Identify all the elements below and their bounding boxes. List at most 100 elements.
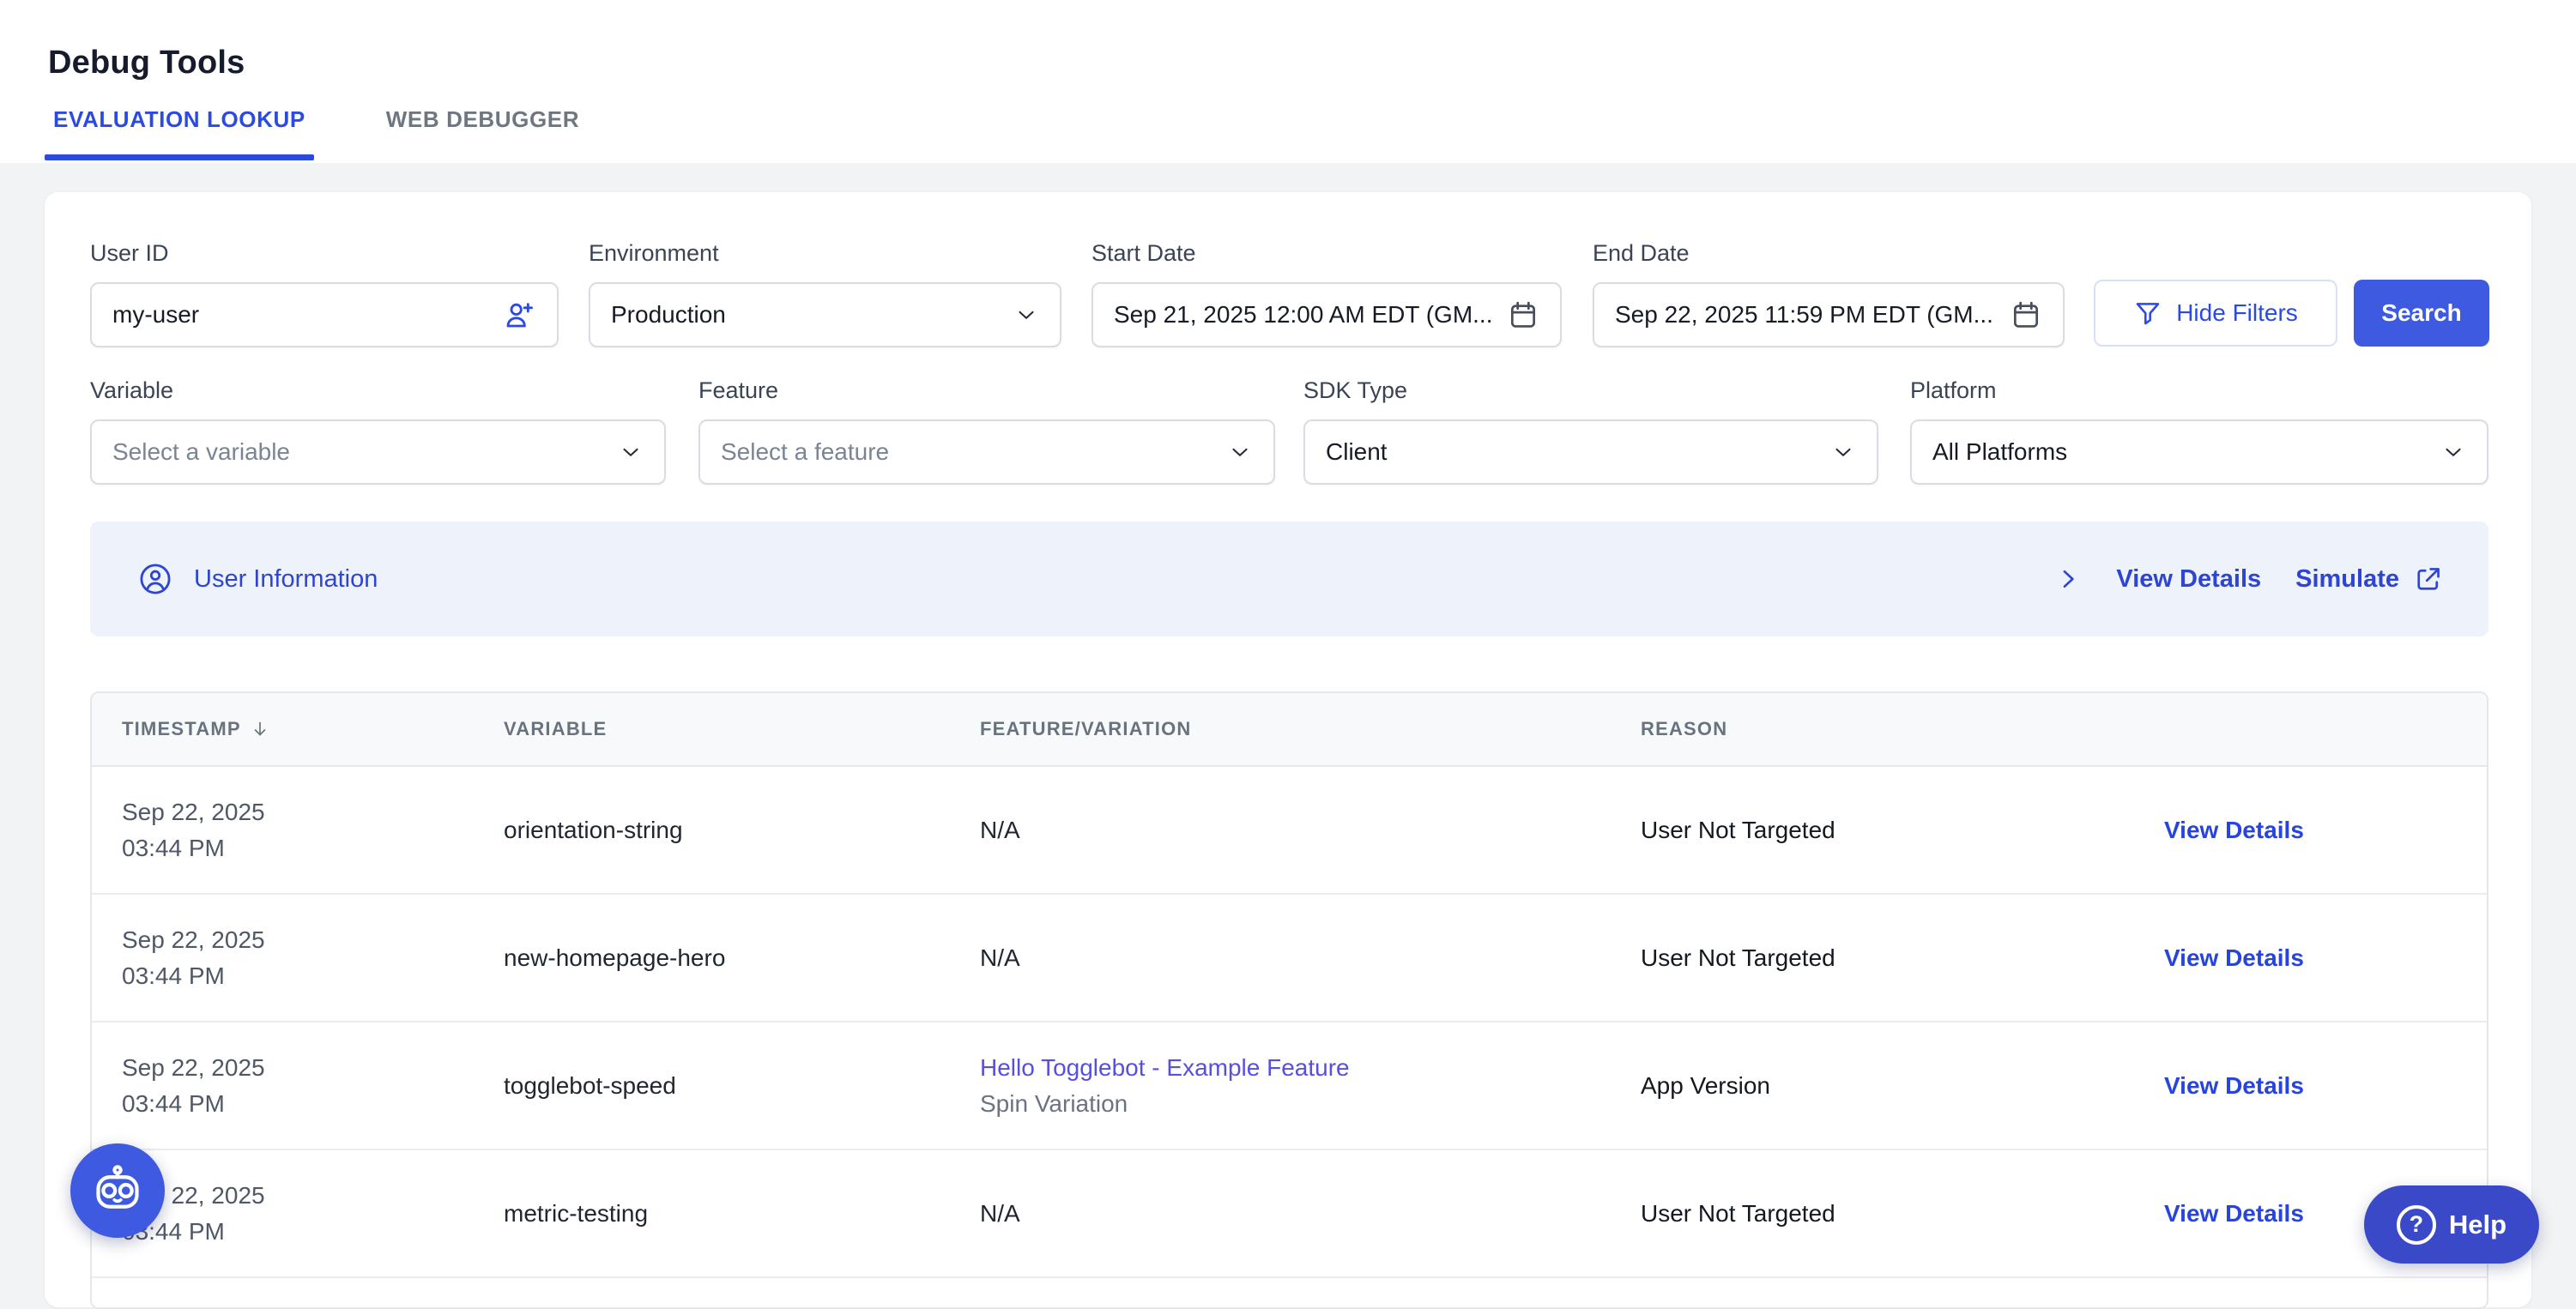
table-row: Sep 22, 202503:44 PMmetric-testingN/AUse… [92, 1150, 2487, 1278]
platform-field: Platform All Platforms [1910, 377, 2488, 485]
action-cell: View Details [2134, 940, 2487, 976]
column-label: REASON [1641, 718, 1727, 740]
user-information-banner: User Information View Details Simulate [90, 522, 2488, 636]
user-plus-icon[interactable] [502, 298, 536, 332]
feature-field: Feature Select a feature [698, 377, 1275, 485]
calendar-icon[interactable] [1507, 299, 1539, 331]
platform-select[interactable]: All Platforms [1910, 419, 2488, 485]
reason-cell: User Not Targeted [1611, 1196, 2134, 1232]
chevron-down-icon [1013, 302, 1039, 328]
page-header: Debug Tools EVALUATION LOOKUP WEB DEBUGG… [0, 0, 2576, 163]
banner-view-details-link[interactable]: View Details [2116, 565, 2261, 594]
feature-value: Select a feature [721, 438, 1227, 466]
variable-select[interactable]: Select a variable [90, 419, 666, 485]
evaluation-lookup-panel: User ID my-user Environment Production S… [45, 192, 2531, 1307]
page-title: Debug Tools [48, 45, 245, 81]
table-body: Sep 22, 202503:44 PMorientation-stringN/… [92, 767, 2487, 1309]
reason-cell: User Not Targeted [1611, 940, 2134, 976]
user-id-label: User ID [90, 240, 559, 267]
help-button[interactable]: ? Help [2364, 1185, 2539, 1264]
column-header-feature-variation[interactable]: FEATURE/VARIATION [950, 718, 1611, 740]
end-date-input[interactable]: Sep 22, 2025 11:59 PM EDT (GM... [1593, 282, 2065, 347]
variable-field: Variable Select a variable [90, 377, 666, 485]
table-header-row: TIMESTAMP VARIABLE FEATURE/VARIATION REA… [92, 693, 2487, 767]
start-date-field: Start Date Sep 21, 2025 12:00 AM EDT (GM… [1091, 240, 1562, 347]
search-button[interactable]: Search [2354, 280, 2489, 347]
row-view-details-link[interactable]: View Details [2164, 944, 2304, 971]
external-link-icon [2413, 564, 2444, 594]
feature-select[interactable]: Select a feature [698, 419, 1275, 485]
togglebot-chat-fab[interactable] [70, 1143, 165, 1238]
variable-cell: orientation-string [474, 812, 950, 848]
row-view-details-link[interactable]: View Details [2164, 817, 2304, 843]
sort-desc-icon [250, 719, 270, 739]
user-information-toggle[interactable]: User Information [137, 561, 378, 597]
user-circle-icon [137, 561, 173, 597]
evaluations-table: TIMESTAMP VARIABLE FEATURE/VARIATION REA… [90, 691, 2488, 1309]
hide-filters-label: Hide Filters [2176, 299, 2298, 327]
environment-value: Production [611, 301, 1013, 329]
platform-value: All Platforms [1932, 438, 2440, 466]
environment-label: Environment [589, 240, 1061, 267]
table-row: Sep 22, 202503:44 PMnew-homepage-heroN/A… [92, 895, 2487, 1022]
simulate-link[interactable]: Simulate [2295, 564, 2444, 594]
feature-variation-cell: N/A [950, 812, 1611, 848]
user-id-field: User ID my-user [90, 240, 559, 347]
end-date-value: Sep 22, 2025 11:59 PM EDT (GM... [1615, 301, 2010, 329]
user-information-title: User Information [194, 565, 378, 594]
hide-filters-button[interactable]: Hide Filters [2094, 280, 2337, 347]
variable-cell: new-homepage-hero [474, 940, 950, 976]
feature-variation-cell: Hello Togglebot - Example FeatureSpin Va… [950, 1050, 1611, 1122]
reason-cell: App Version [1611, 1068, 2134, 1104]
sdk-type-value: Client [1326, 438, 1830, 466]
chevron-down-icon [618, 439, 644, 465]
chevron-down-icon [1227, 439, 1253, 465]
chevron-right-icon[interactable] [2054, 565, 2082, 593]
sdk-type-field: SDK Type Client [1303, 377, 1878, 485]
column-header-reason[interactable]: REASON [1611, 718, 2134, 740]
feature-variation-cell: N/A [950, 940, 1611, 976]
end-date-field: End Date Sep 22, 2025 11:59 PM EDT (GM..… [1593, 240, 2065, 347]
user-id-input[interactable]: my-user [90, 282, 559, 347]
column-label: VARIABLE [504, 718, 607, 740]
feature-variation-cell: N/A [950, 1196, 1611, 1232]
environment-select[interactable]: Production [589, 282, 1061, 347]
chevron-down-icon [1830, 439, 1856, 465]
feature-label: Feature [698, 377, 1275, 404]
robot-icon [87, 1160, 148, 1222]
platform-label: Platform [1910, 377, 2488, 404]
timestamp-cell: Sep 22, 202503:44 PM [92, 1050, 474, 1122]
user-id-value: my-user [112, 301, 502, 329]
end-date-label: End Date [1593, 240, 2065, 267]
variable-cell: metric-testing [474, 1196, 950, 1232]
environment-field: Environment Production [589, 240, 1061, 347]
reason-cell: User Not Targeted [1611, 812, 2134, 848]
search-label: Search [2381, 299, 2461, 327]
sdk-type-label: SDK Type [1303, 377, 1878, 404]
tab-evaluation-lookup[interactable]: EVALUATION LOOKUP [45, 106, 314, 163]
action-cell: View Details [2134, 1068, 2487, 1104]
action-cell: View Details [2134, 812, 2487, 848]
table-row-partial [92, 1278, 2487, 1309]
start-date-value: Sep 21, 2025 12:00 AM EDT (GM... [1114, 301, 1507, 329]
column-label: FEATURE/VARIATION [980, 718, 1192, 740]
start-date-input[interactable]: Sep 21, 2025 12:00 AM EDT (GM... [1091, 282, 1562, 347]
help-label: Help [2449, 1209, 2506, 1240]
calendar-icon[interactable] [2010, 299, 2042, 331]
tab-bar: EVALUATION LOOKUP WEB DEBUGGER [45, 106, 588, 163]
column-header-timestamp[interactable]: TIMESTAMP [92, 718, 474, 740]
banner-actions: View Details Simulate [2054, 564, 2444, 594]
tab-label: EVALUATION LOOKUP [53, 106, 305, 133]
simulate-label: Simulate [2295, 565, 2399, 594]
timestamp-cell: Sep 22, 202503:44 PM [92, 922, 474, 994]
feature-link[interactable]: Hello Togglebot - Example Feature [980, 1050, 1611, 1086]
column-label: TIMESTAMP [122, 718, 241, 740]
row-view-details-link[interactable]: View Details [2164, 1072, 2304, 1099]
sdk-type-select[interactable]: Client [1303, 419, 1878, 485]
timestamp-cell: Sep 22, 202503:44 PM [92, 794, 474, 866]
variation-label: Spin Variation [980, 1086, 1611, 1122]
row-view-details-link[interactable]: View Details [2164, 1200, 2304, 1227]
column-header-variable[interactable]: VARIABLE [474, 718, 950, 740]
tab-web-debugger[interactable]: WEB DEBUGGER [378, 106, 588, 163]
variable-label: Variable [90, 377, 666, 404]
